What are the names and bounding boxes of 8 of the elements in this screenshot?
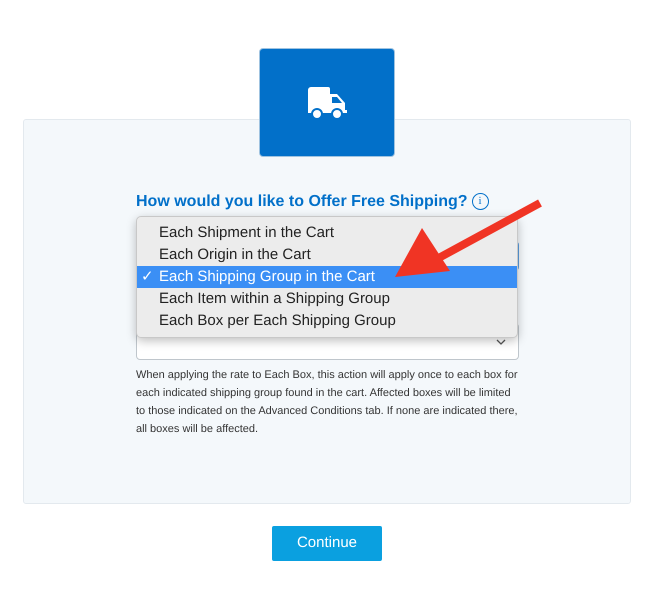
dropdown-option[interactable]: Each Origin in the Cart [137,244,517,266]
dropdown-option[interactable]: Each Item within a Shipping Group [137,288,517,310]
check-mark: ✓ [141,266,155,287]
info-icon[interactable]: i [472,193,489,210]
help-text: When applying the rate to Each Box, this action will apply once to each box for each indicated shipping group found in the cart. Affected boxes will be limited to those indicated on the Advanced Conditions tab. If none are indicated there, all boxes will be affected. [136,368,519,437]
dropdown-option[interactable]: Each Shipment in the Cart [137,222,517,244]
dropdown-option[interactable]: Each Box per Each Shipping Group [137,310,517,332]
question-heading: How would you like to Offer Free Shipping? [136,192,468,211]
